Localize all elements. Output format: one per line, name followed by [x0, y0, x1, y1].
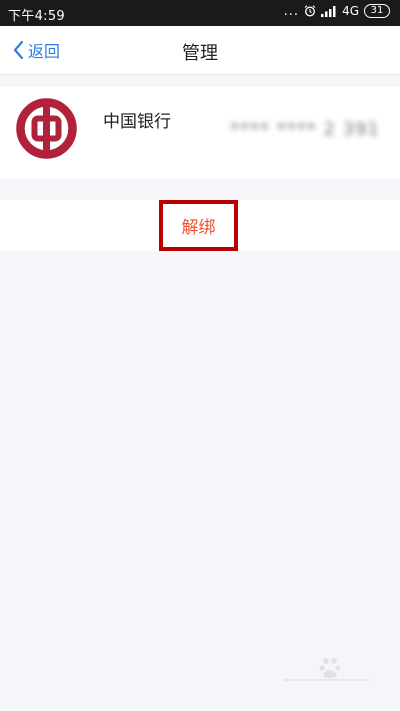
nav-bar: 返回 管理	[0, 26, 400, 75]
unbind-button[interactable]: 解绑	[159, 200, 238, 251]
network-type: 4G	[342, 4, 359, 18]
more-dots-icon: ...	[283, 3, 300, 19]
battery-icon: 31	[364, 4, 390, 18]
status-time: 下午4:59	[8, 9, 65, 24]
alarm-clock-icon	[304, 5, 316, 17]
status-icons: ... 4G 31	[284, 4, 390, 18]
signal-bars-icon	[321, 6, 336, 17]
bank-of-china-logo	[16, 98, 77, 159]
unbind-label: 解绑	[181, 218, 216, 238]
page-title: 管理	[182, 43, 218, 64]
bank-name: 中国银行	[103, 112, 171, 132]
card-number: **** **** 2 391	[230, 119, 380, 140]
watermark-logo	[283, 658, 370, 681]
battery-level: 31	[370, 5, 384, 16]
unbind-row: 解绑	[0, 200, 400, 251]
bank-card-item[interactable]: 中国银行 **** **** 2 391	[0, 87, 400, 179]
status-bar: 下午4:59 ... 4G 31	[0, 0, 400, 26]
